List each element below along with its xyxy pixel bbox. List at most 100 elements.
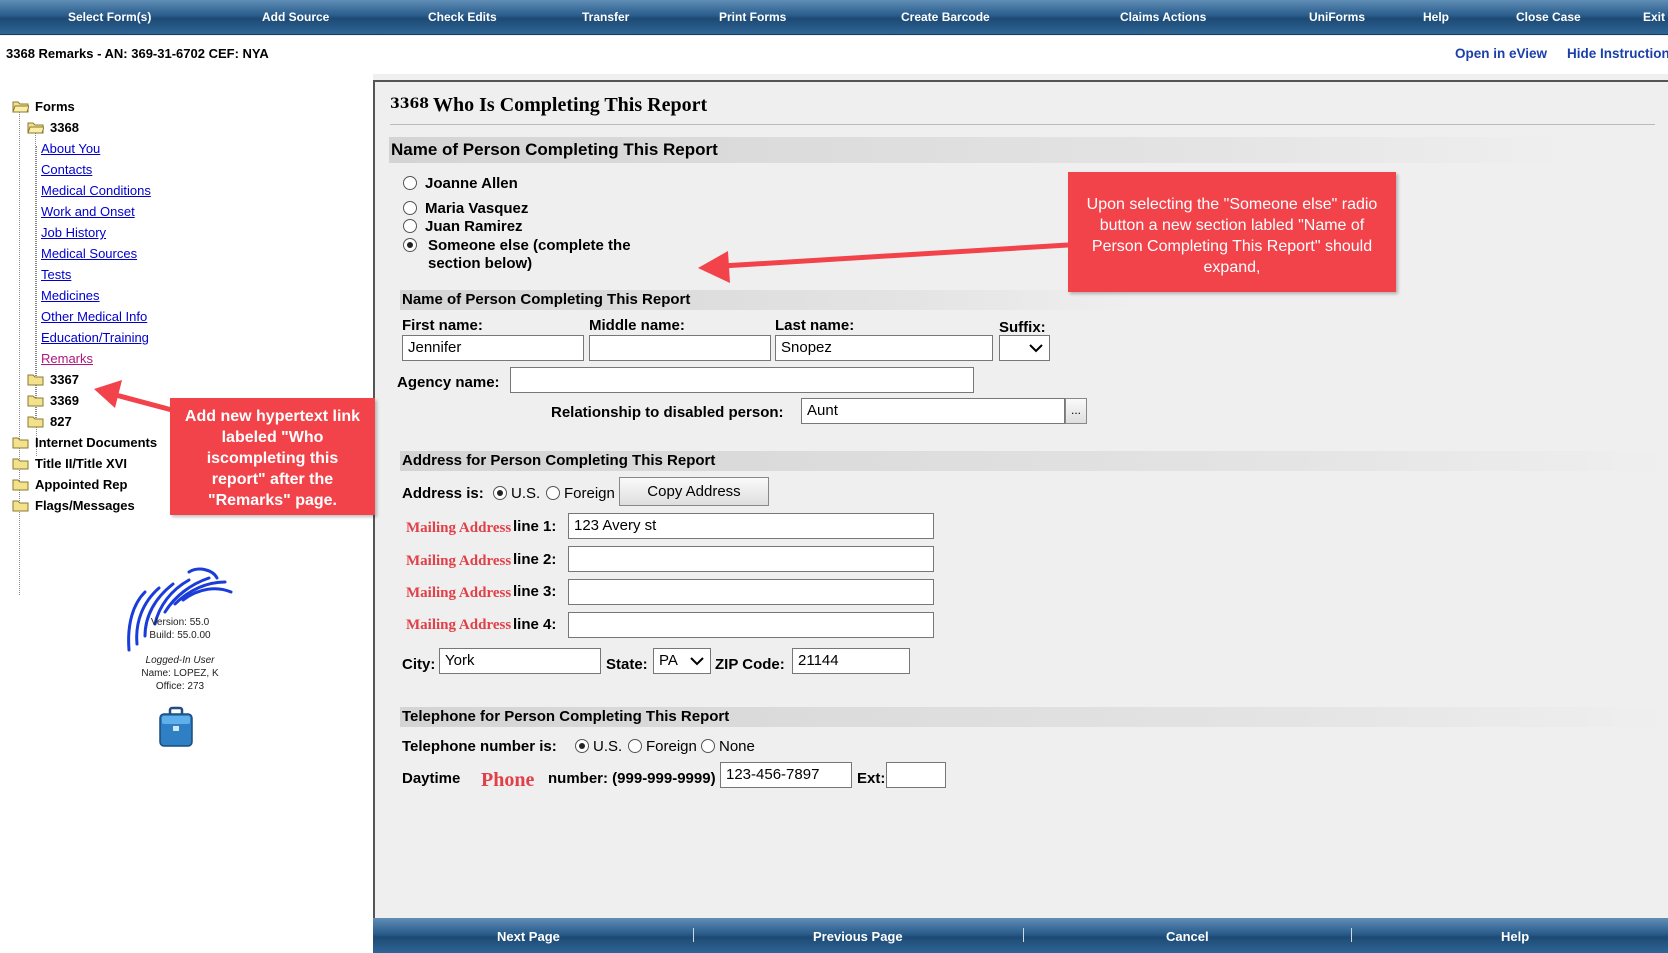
address-line-1-input[interactable]: 123 Avery st [568,513,934,539]
radio-someone-else[interactable] [403,238,417,252]
tree-link-work-onset[interactable]: Work and Onset [41,204,135,219]
hide-instructions-link[interactable]: Hide Instruction [1567,46,1668,61]
tree-forms[interactable]: Forms [12,99,75,114]
link-medicines[interactable]: Medicines [41,288,100,303]
radio-juan-ramirez[interactable] [403,219,417,233]
last-name-input[interactable]: Snopez [775,335,993,361]
link-remarks[interactable]: Remarks [41,351,93,366]
folder-icon [12,499,29,512]
menu-transfer[interactable]: Transfer [582,10,629,24]
tree-link-medical-sources[interactable]: Medical Sources [41,246,137,261]
link-about-you[interactable]: About You [41,141,100,156]
menu-exit[interactable]: Exit [1643,10,1665,24]
zip-input[interactable]: 21144 [792,648,910,674]
next-page-button[interactable]: Next Page [497,929,560,944]
relationship-input[interactable]: Aunt [801,398,1065,424]
cancel-button[interactable]: Cancel [1166,929,1209,944]
chevron-down-icon [690,657,704,666]
divider [1023,928,1024,942]
menu-close-case[interactable]: Close Case [1516,10,1581,24]
daytime-phone-input[interactable]: 123-456-7897 [720,762,852,788]
menu-select-forms[interactable]: Select Form(s) [68,10,151,24]
tree-form-827[interactable]: 827 [27,414,72,429]
menu-help[interactable]: Help [1423,10,1449,24]
tree-link-job-history[interactable]: Job History [41,225,106,240]
copy-address-button[interactable]: Copy Address [619,477,769,506]
mailing-address-label: Mailing Address [406,617,512,633]
radio-address-foreign[interactable] [546,486,560,500]
state-select[interactable]: PA [653,648,711,674]
address-line-4-input[interactable] [568,612,934,638]
ext-label: Ext: [857,770,886,787]
menu-create-barcode[interactable]: Create Barcode [901,10,990,24]
tree-link-tests[interactable]: Tests [41,267,71,282]
tree-internet-documents[interactable]: Internet Documents [12,435,157,450]
suffix-select[interactable] [999,335,1050,361]
address-us-option[interactable]: U.S. [493,485,540,502]
tree-form-3369[interactable]: 3369 [27,393,79,408]
menu-uniforms[interactable]: UniForms [1309,10,1365,24]
phone-none-option[interactable]: None [701,738,755,755]
tree-internet-documents-label: Internet Documents [35,435,158,450]
tree-form-3367[interactable]: 3367 [27,372,79,387]
link-job-history[interactable]: Job History [41,225,106,240]
tree-link-medicines[interactable]: Medicines [41,288,100,303]
first-name-input[interactable]: Jennifer [402,335,584,361]
relationship-lookup-button[interactable]: ... [1065,398,1087,424]
city-label: City: [402,656,436,673]
option-someone-else[interactable]: Someone else (complete the [403,237,631,254]
menu-add-source[interactable]: Add Source [262,10,329,24]
link-contacts[interactable]: Contacts [41,162,92,177]
address-foreign-option[interactable]: Foreign [546,485,615,502]
radio-phone-foreign[interactable] [628,739,642,753]
link-education-training[interactable]: Education/Training [41,330,149,345]
briefcase-icon[interactable] [158,706,194,751]
tree-link-about-you[interactable]: About You [41,141,100,156]
tree-link-other-medical-info[interactable]: Other Medical Info [41,309,147,324]
tree-form-827-label: 827 [50,414,72,429]
menu-print-forms[interactable]: Print Forms [719,10,786,24]
menu-claims-actions[interactable]: Claims Actions [1120,10,1206,24]
suffix-label: Suffix: [999,319,1046,336]
tree-link-remarks[interactable]: Remarks [41,351,93,366]
help-button[interactable]: Help [1501,929,1529,944]
radio-maria-vasquez[interactable] [403,201,417,215]
radio-address-us[interactable] [493,486,507,500]
link-other-medical-info[interactable]: Other Medical Info [41,309,147,324]
tree-title-ii-xvi[interactable]: Title II/Title XVI [12,456,127,471]
link-medical-conditions[interactable]: Medical Conditions [41,183,151,198]
phone-foreign-option[interactable]: Foreign [628,738,697,755]
phone-ext-input[interactable] [886,762,946,788]
phone-is-label: Telephone number is: [402,738,557,755]
agency-name-input[interactable] [510,367,974,393]
tree-link-education-training[interactable]: Education/Training [41,330,149,345]
option-maria-vasquez[interactable]: Maria Vasquez [403,200,528,217]
option-joanne-allen[interactable]: Joanne Allen [403,175,518,192]
link-medical-sources[interactable]: Medical Sources [41,246,137,261]
tree-flags-messages[interactable]: Flags/Messages [12,498,135,513]
link-work-and-onset[interactable]: Work and Onset [41,204,135,219]
state-label: State: [606,656,648,673]
radio-phone-none[interactable] [701,739,715,753]
tree-form-3368[interactable]: 3368 [27,120,79,135]
city-input[interactable]: York [439,648,601,674]
address-line-3-input[interactable] [568,579,934,605]
folder-icon [27,415,44,428]
folder-icon [12,478,29,491]
tree-form-3367-label: 3367 [50,372,79,387]
link-tests[interactable]: Tests [41,267,71,282]
radio-joanne-allen[interactable] [403,176,417,190]
previous-page-button[interactable]: Previous Page [813,929,903,944]
tree-flags-messages-label: Flags/Messages [35,498,135,513]
section-name-title: Name of Person Completing This Report [391,140,718,159]
middle-name-input[interactable] [589,335,771,361]
tree-link-contacts[interactable]: Contacts [41,162,92,177]
menu-check-edits[interactable]: Check Edits [428,10,497,24]
radio-phone-us[interactable] [575,739,589,753]
open-in-eview-link[interactable]: Open in eView [1455,46,1547,61]
address-line-2-input[interactable] [568,546,934,572]
tree-appointed-rep[interactable]: Appointed Rep [12,477,127,492]
phone-us-option[interactable]: U.S. [575,738,622,755]
tree-link-medical-conditions[interactable]: Medical Conditions [41,183,151,198]
option-juan-ramirez[interactable]: Juan Ramirez [403,218,523,235]
